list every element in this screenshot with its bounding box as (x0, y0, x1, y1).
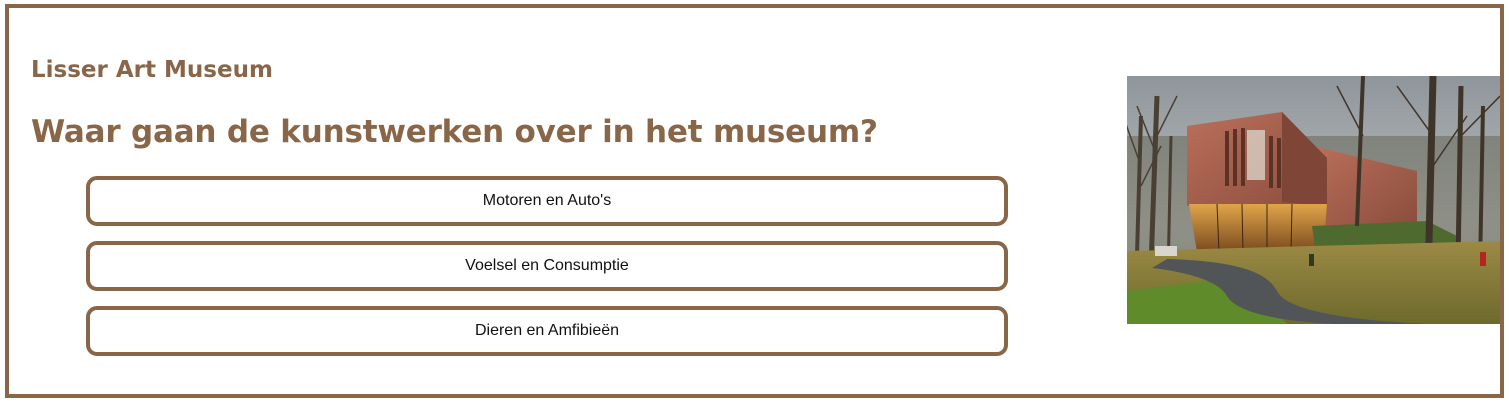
museum-photo (1127, 76, 1500, 324)
answer-button-1[interactable]: Motoren en Auto's (86, 176, 1008, 226)
answer-button-2[interactable]: Voelsel en Consumptie (86, 241, 1008, 291)
quiz-question: Waar gaan de kunstwerken over in het mus… (31, 114, 878, 150)
page-frame: Lisser Art Museum Waar gaan de kunstwerk… (5, 4, 1504, 398)
answer-button-3[interactable]: Dieren en Amfibieën (86, 306, 1008, 356)
answer-list: Motoren en Auto's Voelsel en Consumptie … (86, 176, 1008, 371)
site-title: Lisser Art Museum (31, 57, 273, 83)
